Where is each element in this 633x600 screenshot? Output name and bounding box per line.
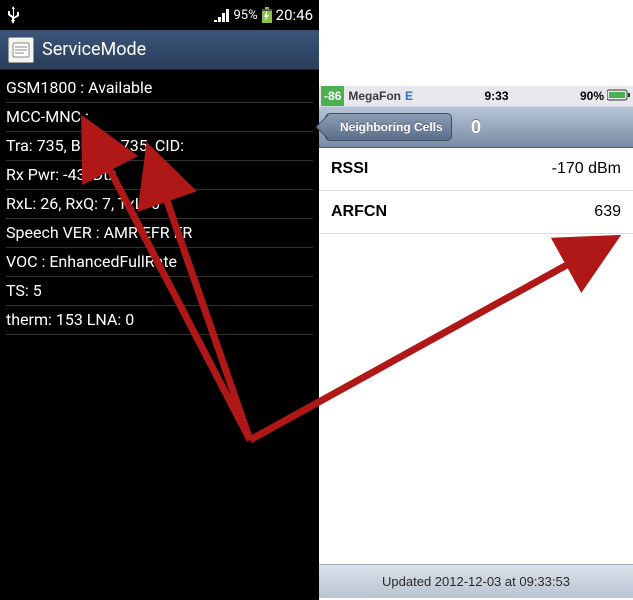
service-line: RxL: 26, RxQ: 7, TxL: 0 xyxy=(6,190,313,219)
cell-details-list: RSSI -170 dBm ARFCN 639 xyxy=(319,148,633,564)
android-status-bar: 95% 20:46 xyxy=(0,0,319,30)
list-row-rssi: RSSI -170 dBm xyxy=(319,148,633,191)
back-button-label: Neighboring Cells xyxy=(340,120,443,134)
row-label: RSSI xyxy=(331,160,368,178)
list-row-arfcn: ARFCN 639 xyxy=(319,191,633,234)
signal-strength: -86 xyxy=(321,86,344,106)
service-mode-content: GSM1800 : Available MCC-MNC : Tra: 735, … xyxy=(0,70,319,339)
battery-percent: 90% xyxy=(580,89,604,103)
signal-percent: 95% xyxy=(234,8,258,23)
clock: 20:46 xyxy=(276,6,313,24)
service-line: TS: 5 xyxy=(6,277,313,306)
android-title-bar: ServiceMode xyxy=(0,30,319,70)
ios-status-bar: -86 MegaFon E 9:33 90% xyxy=(319,86,633,106)
clock: 9:33 xyxy=(417,89,576,103)
network-type: E xyxy=(405,89,413,103)
service-line: VOC : EnhancedFullRate xyxy=(6,248,313,277)
row-label: ARFCN xyxy=(331,203,387,221)
carrier-label: MegaFon xyxy=(348,89,401,103)
ios-screenshot: -86 MegaFon E 9:33 90% Neighboring Cells… xyxy=(319,86,633,598)
row-value: -170 dBm xyxy=(552,160,621,178)
back-button[interactable]: Neighboring Cells xyxy=(325,113,452,141)
usb-icon xyxy=(6,6,20,24)
battery-icon xyxy=(607,89,631,104)
ios-nav-bar: Neighboring Cells 0 xyxy=(319,106,633,148)
app-icon xyxy=(8,37,34,63)
service-line: Tra: 735, BCCH: 735, CID: xyxy=(6,132,313,161)
updated-text: Updated 2012-12-03 at 09:33:53 xyxy=(382,574,570,589)
service-line: MCC-MNC : xyxy=(6,103,313,132)
android-screenshot: 95% 20:46 ServiceMode GSM1800 : Availabl… xyxy=(0,0,319,600)
row-value: 639 xyxy=(594,203,621,221)
service-line: Speech VER : AMR EFR FR xyxy=(6,219,313,248)
updated-footer: Updated 2012-12-03 at 09:33:53 xyxy=(319,564,633,598)
signal-icon xyxy=(214,8,230,22)
battery-icon xyxy=(262,7,272,23)
service-line: therm: 153 LNA: 0 xyxy=(6,306,313,335)
service-line: GSM1800 : Available xyxy=(6,74,313,103)
app-title: ServiceMode xyxy=(42,39,146,60)
service-line: Rx Pwr: -43, Dtx xyxy=(6,161,313,190)
